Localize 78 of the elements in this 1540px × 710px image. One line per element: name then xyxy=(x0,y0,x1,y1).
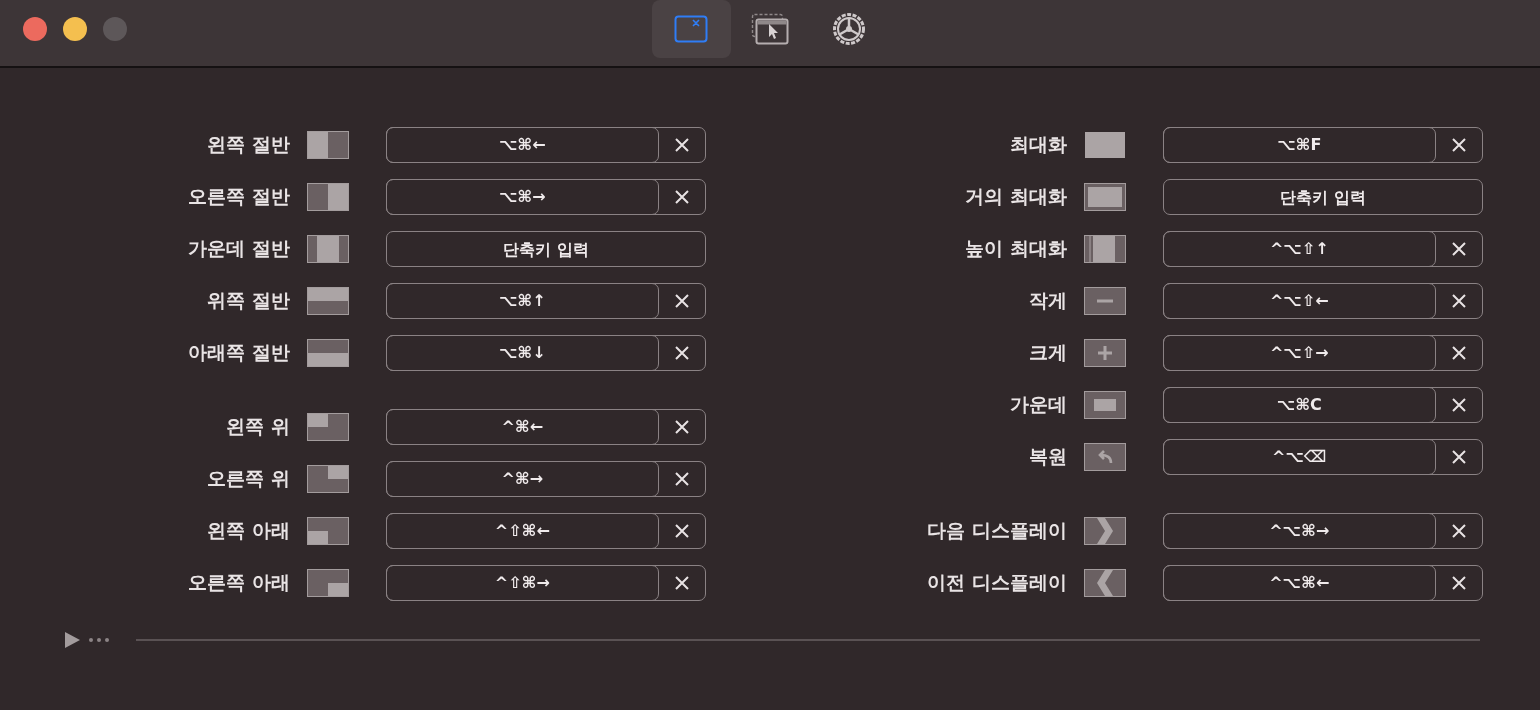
shortcut-label: 가운데 xyxy=(1009,392,1067,417)
chevron-left-icon xyxy=(1084,569,1126,597)
window-layout-icon xyxy=(307,131,349,159)
window-layout-icon xyxy=(1084,235,1126,263)
close-icon xyxy=(674,137,690,153)
shortcut-field[interactable]: ⌥⌘F xyxy=(1162,126,1436,163)
close-icon xyxy=(674,523,690,539)
close-icon xyxy=(1451,449,1467,465)
shortcut-label: 작게 xyxy=(1028,288,1067,313)
shortcut-label: 오른쪽 절반 xyxy=(187,184,290,209)
shortcut-field[interactable]: 단축키 입력 xyxy=(1163,179,1483,215)
window-layout-icon xyxy=(307,183,349,211)
close-icon xyxy=(1451,241,1467,257)
shortcut-label: 오른쪽 아래 xyxy=(187,570,290,595)
window-layout-icon xyxy=(307,465,349,493)
shortcut-field[interactable]: 단축키 입력 xyxy=(386,231,706,267)
shortcut-label: 아래쪽 절반 xyxy=(187,340,290,365)
shortcut-field[interactable]: ⌥⌘↑ xyxy=(385,282,659,319)
close-window-button[interactable] xyxy=(23,17,47,41)
close-icon xyxy=(674,189,690,205)
shortcut-label: 높이 최대화 xyxy=(964,236,1067,261)
shortcut-label: 크게 xyxy=(1028,340,1067,365)
disclosure-triangle-icon[interactable] xyxy=(62,630,82,650)
window-layout-icon xyxy=(307,413,349,441)
shortcut-field[interactable]: ⌥⌘← xyxy=(385,126,659,163)
close-icon xyxy=(674,419,690,435)
close-icon xyxy=(1451,345,1467,361)
shortcut-field[interactable]: ^⌘← xyxy=(385,408,659,445)
shortcut-field[interactable]: ⌥⌘→ xyxy=(385,178,659,215)
window-icon xyxy=(674,15,708,43)
shortcut-label: 오른쪽 위 xyxy=(206,466,290,491)
shortcut-field[interactable]: ^⇧⌘→ xyxy=(385,564,659,601)
shortcut-field[interactable]: ^⌥⇧← xyxy=(1162,282,1436,319)
window-layout-icon xyxy=(307,235,349,263)
plus-icon xyxy=(1084,339,1126,367)
cursor-window-icon xyxy=(751,13,789,45)
close-icon xyxy=(1451,293,1467,309)
chevron-right-icon xyxy=(1084,517,1126,545)
window-layout-icon xyxy=(1084,131,1126,159)
close-icon xyxy=(1451,397,1467,413)
shortcut-field[interactable]: ^⌥⌘← xyxy=(1162,564,1436,601)
shortcut-label: 거의 최대화 xyxy=(964,184,1067,209)
shortcut-field[interactable]: ^⌥⌘→ xyxy=(1162,512,1436,549)
window-layout-icon xyxy=(307,339,349,367)
shortcut-field[interactable]: ⌥⌘C xyxy=(1162,386,1436,423)
shortcut-label: 복원 xyxy=(1028,444,1067,469)
toolbar-tab[interactable] xyxy=(651,0,731,58)
shortcut-label: 위쪽 절반 xyxy=(206,288,290,313)
shortcut-label: 가운데 절반 xyxy=(187,236,290,261)
shortcut-label: 이전 디스플레이 xyxy=(926,570,1067,595)
shortcut-field[interactable]: ^⌘→ xyxy=(385,460,659,497)
shortcut-label: 왼쪽 위 xyxy=(225,414,290,439)
shortcut-label: 왼쪽 절반 xyxy=(206,132,290,157)
more-icon[interactable] xyxy=(88,637,110,643)
shortcut-field[interactable]: ^⌥⇧→ xyxy=(1162,334,1436,371)
shortcut-field[interactable]: ^⌥⌫ xyxy=(1162,438,1436,475)
undo-arrow-icon xyxy=(1084,443,1126,471)
shortcut-label: 최대화 xyxy=(1009,132,1067,157)
window-layout-icon xyxy=(1084,183,1126,211)
window-layout-icon xyxy=(307,287,349,315)
shortcut-field[interactable]: ^⌥⇧↑ xyxy=(1162,230,1436,267)
close-icon xyxy=(674,471,690,487)
minus-icon xyxy=(1084,287,1126,315)
window-layout-icon xyxy=(307,517,349,545)
window-layout-icon xyxy=(1084,391,1126,419)
shortcut-label: 왼쪽 아래 xyxy=(206,518,290,543)
close-icon xyxy=(1451,575,1467,591)
minimize-window-button[interactable] xyxy=(63,17,87,41)
shortcut-field[interactable]: ⌥⌘↓ xyxy=(385,334,659,371)
settings-icon xyxy=(832,12,866,46)
window-layout-icon xyxy=(307,569,349,597)
close-icon xyxy=(1451,137,1467,153)
close-icon xyxy=(1451,523,1467,539)
close-icon xyxy=(674,575,690,591)
close-icon xyxy=(674,293,690,309)
shortcut-field[interactable]: ^⇧⌘← xyxy=(385,512,659,549)
shortcut-label: 다음 디스플레이 xyxy=(926,518,1067,543)
close-icon xyxy=(674,345,690,361)
